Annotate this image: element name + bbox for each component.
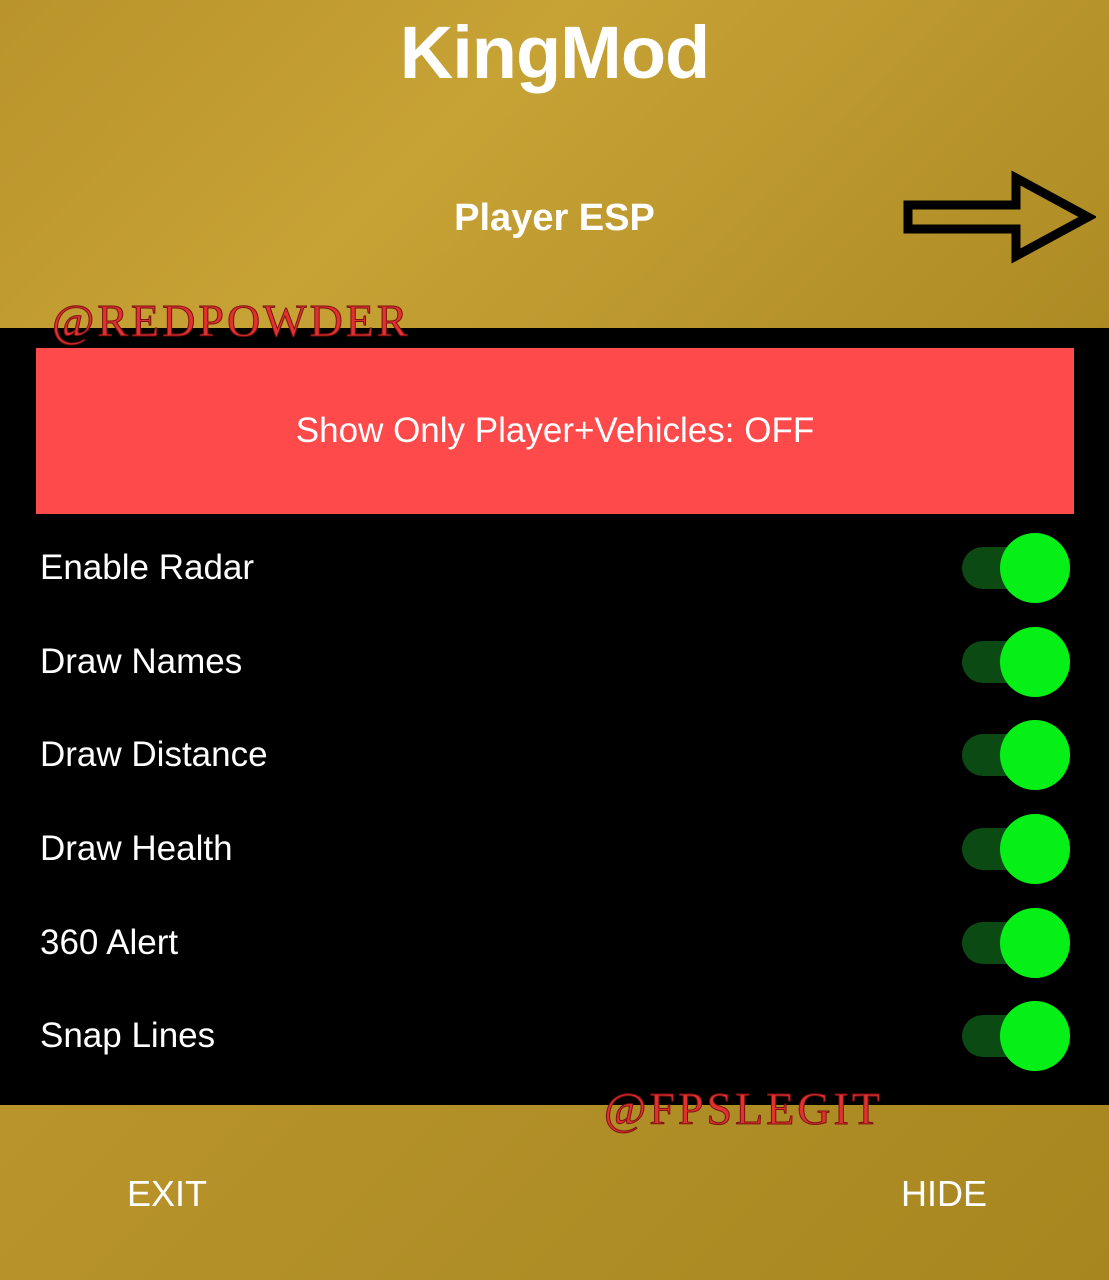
draw-names-switch[interactable]: [962, 627, 1072, 697]
toggle-label: 360 Alert: [40, 923, 179, 962]
toggle-label: Snap Lines: [40, 1016, 216, 1055]
toggle-label: Draw Names: [40, 642, 243, 681]
menu-footer: EXIT HIDE: [0, 1105, 1109, 1280]
toggle-label: Draw Distance: [40, 735, 268, 774]
draw-health-switch[interactable]: [962, 814, 1072, 884]
toggle-row-draw-names[interactable]: Draw Names: [0, 615, 1109, 709]
show-only-player-vehicles-button[interactable]: Show Only Player+Vehicles: OFF: [36, 348, 1074, 514]
right-arrow-icon[interactable]: [900, 168, 1096, 266]
exit-button[interactable]: EXIT: [127, 1169, 207, 1219]
enable-radar-switch[interactable]: [962, 533, 1072, 603]
switch-thumb: [1000, 720, 1070, 790]
toggle-row-enable-radar[interactable]: Enable Radar: [0, 521, 1109, 615]
toggle-row-draw-distance[interactable]: Draw Distance: [0, 708, 1109, 802]
snap-lines-switch[interactable]: [962, 1001, 1072, 1071]
menu-header: KingMod Player ESP: [0, 0, 1109, 328]
switch-thumb: [1000, 814, 1070, 884]
app-title: KingMod: [399, 11, 710, 94]
switch-thumb: [1000, 533, 1070, 603]
settings-panel: Show Only Player+Vehicles: OFF Enable Ra…: [0, 328, 1109, 1105]
switch-thumb: [1000, 908, 1070, 978]
360-alert-switch[interactable]: [962, 908, 1072, 978]
toggle-row-snap-lines[interactable]: Snap Lines: [0, 989, 1109, 1083]
toggle-row-360-alert[interactable]: 360 Alert: [0, 896, 1109, 990]
watermark-text: @FPSLEGIT: [604, 1083, 883, 1134]
switch-thumb: [1000, 627, 1070, 697]
toggle-row-draw-health[interactable]: Draw Health: [0, 802, 1109, 896]
hide-button[interactable]: HIDE: [901, 1169, 987, 1219]
toggle-label: Draw Health: [40, 829, 233, 868]
toggle-label: Enable Radar: [40, 548, 255, 587]
watermark-text: @REDPOWDER: [52, 295, 411, 346]
draw-distance-switch[interactable]: [962, 720, 1072, 790]
switch-thumb: [1000, 1001, 1070, 1071]
